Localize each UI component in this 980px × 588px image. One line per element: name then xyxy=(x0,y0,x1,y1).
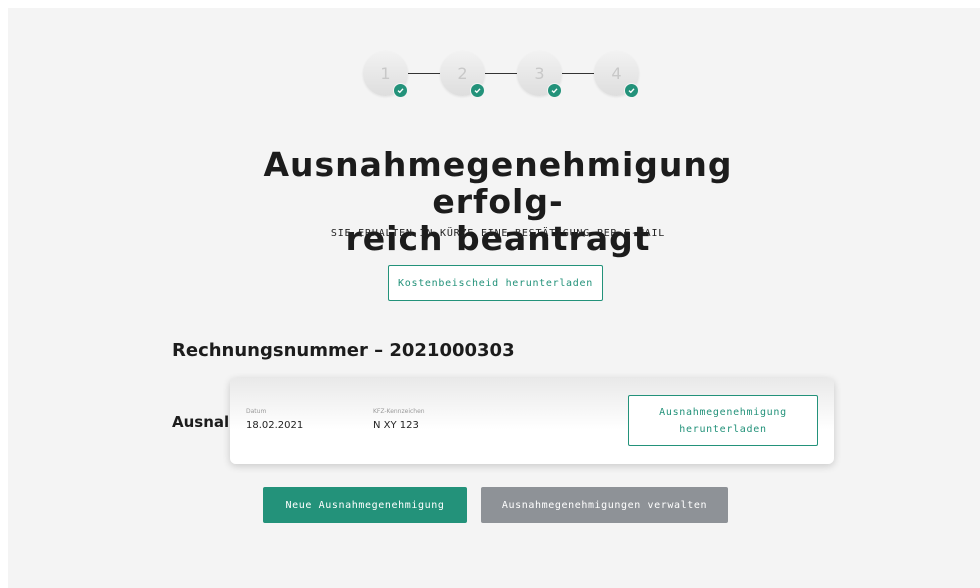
step-number: 2 xyxy=(457,64,468,83)
step-4: 4 xyxy=(594,51,639,98)
step-1: 1 xyxy=(363,51,408,98)
check-icon xyxy=(393,83,408,98)
download-permit-label: herunterladen xyxy=(679,423,767,435)
permit-section-heading: Ausnal xyxy=(172,413,230,431)
check-icon xyxy=(470,83,485,98)
step-connector xyxy=(562,73,594,74)
page-title: Ausnahmegenehmigung erfolg- reich beantr… xyxy=(198,146,798,257)
date-label: Datum xyxy=(246,408,267,415)
download-permit-button[interactable]: Ausnahmegenehmigung herunterladen xyxy=(628,395,818,446)
step-number: 1 xyxy=(380,64,391,83)
plate-value: N XY 123 xyxy=(373,420,419,431)
step-number: 4 xyxy=(611,64,622,83)
download-permit-label: Ausnahmegenehmigung xyxy=(659,406,787,418)
page-title-line: Ausnahmegenehmigung erfolg- xyxy=(263,145,733,221)
check-icon xyxy=(624,83,639,98)
manage-permits-button[interactable]: Ausnahmegenehmigungen verwalten xyxy=(481,487,728,523)
step-2: 2 xyxy=(440,51,485,98)
step-number: 3 xyxy=(534,64,545,83)
download-fee-notice-button[interactable]: Kostenbeischeid herunterladen xyxy=(388,265,603,301)
step-3: 3 xyxy=(517,51,562,98)
permit-card: Datum 18.02.2021 KFZ-Kennzeichen N XY 12… xyxy=(230,378,834,464)
step-connector xyxy=(408,73,440,74)
page-panel: 1 2 3 4 Ausnahmegenehmigung erfolg- reic… xyxy=(8,8,980,588)
check-icon xyxy=(547,83,562,98)
plate-label: KFZ-Kennzeichen xyxy=(373,408,425,415)
progress-stepper: 1 2 3 4 xyxy=(363,51,653,101)
new-permit-button[interactable]: Neue Ausnahmegenehmigung xyxy=(263,487,467,523)
invoice-number-heading: Rechnungsnummer – 2021000303 xyxy=(172,340,515,361)
page-subtitle: SIE ERHALTEN IN KÜRZE EINE BESTÄTIGUNG P… xyxy=(330,228,666,239)
step-connector xyxy=(485,73,517,74)
date-value: 18.02.2021 xyxy=(246,420,304,431)
